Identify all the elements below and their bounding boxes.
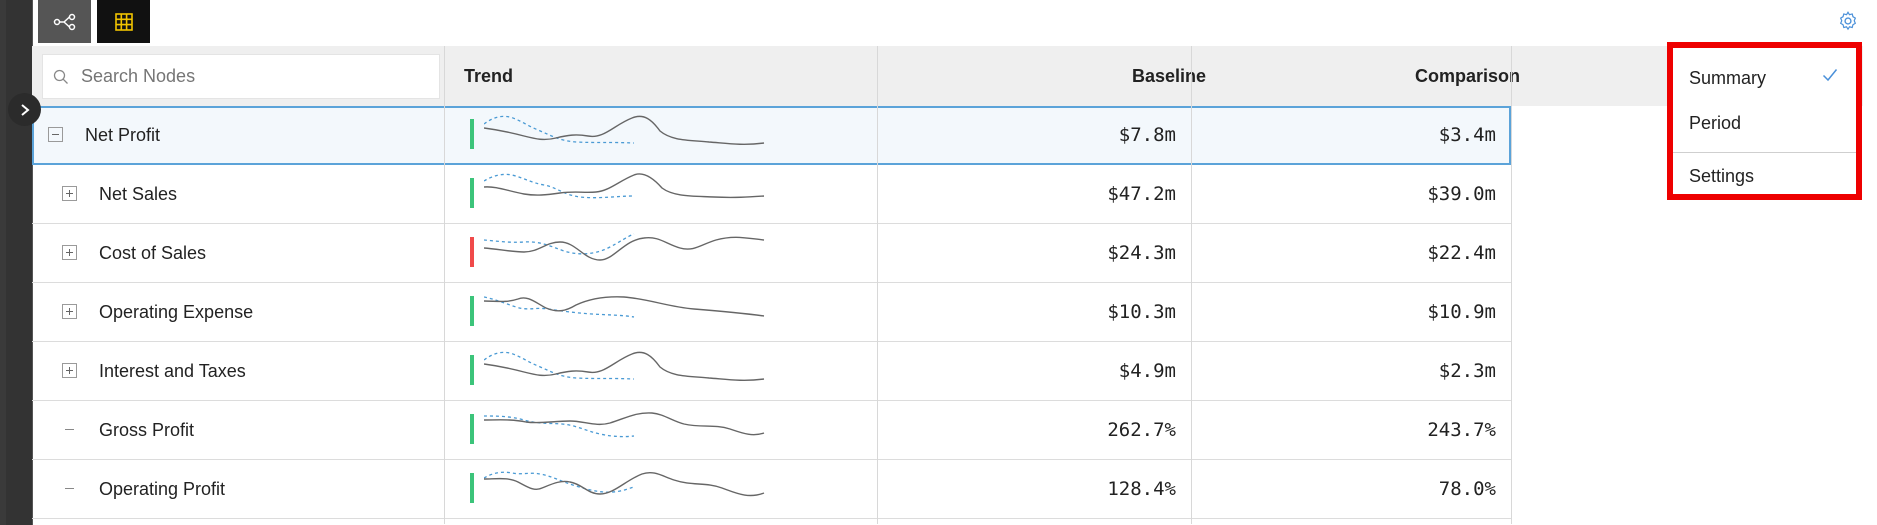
search-box[interactable] — [42, 54, 440, 99]
search-input[interactable] — [79, 65, 423, 88]
baseline-value: $10.3m — [1107, 301, 1176, 323]
leaf-dash-icon — [65, 488, 74, 489]
comparison-value: $22.4m — [1427, 242, 1496, 264]
trend-sparkline — [484, 115, 765, 145]
column-header-trend[interactable]: Trend — [464, 46, 513, 106]
comparison-value: 243.7% — [1427, 419, 1496, 441]
table-row[interactable]: Operating Expense $10.3m $10.9m — [32, 283, 1511, 342]
tree-view-icon — [53, 13, 75, 30]
grid-view-button[interactable] — [97, 0, 150, 43]
trend-sparkline — [484, 471, 765, 497]
table-row[interactable]: Operating Profit 128.4% 78.0% — [32, 460, 1511, 519]
expand-toggle[interactable] — [62, 186, 77, 201]
table-row[interactable]: Net Sales $47.2m $39.0m — [32, 165, 1511, 224]
expand-toggle[interactable] — [62, 304, 77, 319]
left-panel-strip — [0, 0, 33, 525]
baseline-value: $24.3m — [1107, 242, 1176, 264]
settings-menu: Summary Period Settings — [1667, 42, 1862, 200]
trend-sparkline — [484, 233, 765, 261]
table-row[interactable]: Gross Profit 262.7% 243.7% — [32, 401, 1511, 460]
gear-icon — [1839, 11, 1857, 31]
expand-toggle[interactable] — [62, 363, 77, 378]
tree-view-button[interactable] — [38, 0, 91, 43]
trend-sparkline — [484, 296, 765, 318]
grid-view-icon — [114, 12, 133, 31]
chevron-right-icon — [20, 103, 30, 116]
trend-sparkline — [484, 412, 765, 438]
collapse-toggle[interactable] — [48, 127, 63, 142]
settings-gear-button[interactable] — [1837, 10, 1861, 34]
status-indicator-bar — [470, 119, 474, 149]
trend-sparkline — [484, 173, 765, 199]
column-header-comparison[interactable]: Comparison — [1222, 46, 1520, 106]
menu-item-settings[interactable]: Settings — [1689, 166, 1754, 187]
menu-item-period[interactable]: Period — [1689, 113, 1741, 134]
row-label: Interest and Taxes — [99, 361, 246, 381]
column-header-baseline[interactable]: Baseline — [908, 46, 1206, 106]
checkmark-icon — [1822, 69, 1838, 82]
trend-sparkline — [484, 351, 765, 381]
column-divider — [1511, 46, 1512, 524]
column-divider — [444, 46, 445, 524]
table-row[interactable]: Cost of Sales $24.3m $22.4m — [32, 224, 1511, 283]
status-indicator-bar — [470, 473, 474, 503]
row-label: Operating Expense — [99, 302, 254, 322]
column-divider — [877, 46, 878, 524]
status-indicator-bar — [470, 296, 474, 326]
baseline-value: 262.7% — [1107, 419, 1176, 441]
table-row[interactable]: Interest and Taxes $4.9m $2.3m — [32, 342, 1511, 401]
status-indicator-bar — [470, 237, 474, 267]
search-icon — [53, 69, 68, 84]
row-label: Gross Profit — [99, 420, 195, 440]
row-label: Net Profit — [85, 125, 161, 145]
baseline-value: $7.8m — [1118, 124, 1176, 146]
baseline-value: $4.9m — [1118, 360, 1176, 382]
column-divider — [1191, 46, 1192, 524]
row-label: Cost of Sales — [99, 243, 207, 263]
leaf-dash-icon — [65, 429, 74, 430]
baseline-value: 128.4% — [1107, 478, 1176, 500]
status-indicator-bar — [470, 414, 474, 444]
table-row[interactable]: Net Profit $7.8m $3.4m — [32, 106, 1511, 165]
comparison-value: $10.9m — [1427, 301, 1496, 323]
comparison-value: $39.0m — [1427, 183, 1496, 205]
left-panel-edge — [6, 0, 33, 525]
status-indicator-bar — [470, 178, 474, 208]
comparison-value: $2.3m — [1438, 360, 1496, 382]
menu-item-summary[interactable]: Summary — [1689, 68, 1766, 89]
expand-toggle[interactable] — [62, 245, 77, 260]
menu-separator — [1673, 152, 1856, 153]
row-label: Net Sales — [99, 184, 178, 204]
comparison-value: 78.0% — [1438, 478, 1496, 500]
row-label: Operating Profit — [99, 479, 226, 499]
comparison-value: $3.4m — [1438, 124, 1496, 146]
baseline-value: $47.2m — [1107, 183, 1176, 205]
expand-panel-button[interactable] — [8, 93, 41, 126]
status-indicator-bar — [470, 355, 474, 385]
